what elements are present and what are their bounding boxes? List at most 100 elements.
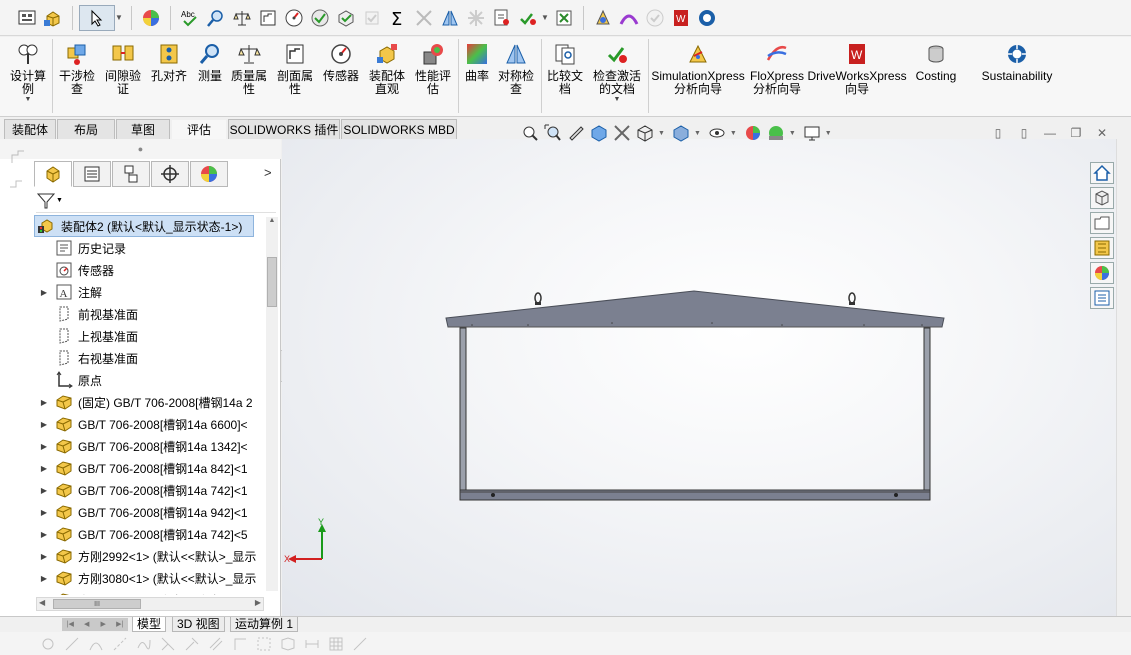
new-assembly-icon[interactable] bbox=[42, 7, 64, 29]
dropdown-arrow[interactable]: ▼ bbox=[658, 130, 665, 137]
tree-expander[interactable]: ▶ bbox=[34, 508, 54, 517]
tree-item[interactable]: 原点 bbox=[34, 369, 266, 391]
tree-expander[interactable]: ▶ bbox=[34, 574, 54, 583]
tree-expander[interactable]: ▶ bbox=[34, 464, 54, 473]
tree-item[interactable]: ▶ 方刚3080<1> (默认<<默认>_显示 bbox=[34, 567, 266, 589]
scroll-up-arrow[interactable]: ▲ bbox=[266, 217, 278, 224]
appearance-icon[interactable] bbox=[140, 7, 162, 29]
next-tab-button[interactable]: ▶ bbox=[95, 618, 112, 631]
drafting-icon[interactable] bbox=[491, 7, 513, 29]
tree-expander[interactable]: ▶ bbox=[34, 486, 54, 495]
measure-button[interactable]: 测量 bbox=[190, 41, 230, 83]
floxpress-button[interactable]: FloXpress 分析向导 bbox=[748, 41, 806, 96]
dropdown-arrow[interactable]: ▼ bbox=[730, 130, 737, 137]
mass-properties-button[interactable]: 质量属 性 bbox=[228, 41, 270, 96]
previous-view-icon[interactable] bbox=[566, 123, 586, 143]
checker-dropdown-arrow[interactable]: ▼ bbox=[541, 13, 551, 22]
zoom-to-fit-icon[interactable] bbox=[520, 123, 540, 143]
tree-item[interactable]: ▶ 方刚2992<1> (默认<<默认>_显示 bbox=[34, 545, 266, 567]
tab-solidworks-addins[interactable]: SOLIDWORKS 插件 bbox=[228, 119, 340, 139]
tab-solidworks-mbd[interactable]: SOLIDWORKS MBD bbox=[341, 119, 457, 139]
lifting-lug-right[interactable] bbox=[848, 292, 856, 305]
compare-documents-button[interactable]: 比较文 档 bbox=[544, 41, 586, 96]
more-tabs-button[interactable]: > bbox=[264, 165, 272, 180]
tile-left-button[interactable]: ▯ bbox=[985, 124, 1011, 142]
scroll-right-arrow[interactable]: ▶ bbox=[255, 598, 261, 607]
dimxpert-tab[interactable] bbox=[151, 161, 189, 187]
tree-item[interactable]: 传感器 bbox=[34, 259, 266, 281]
hide-show-icon[interactable] bbox=[707, 123, 727, 143]
driveworks-icon[interactable]: W bbox=[670, 7, 692, 29]
performance-button[interactable]: 性能评 估 bbox=[412, 41, 454, 96]
dropdown-arrow[interactable]: ▼ bbox=[614, 96, 621, 104]
tree-vertical-scrollbar[interactable]: ▲ bbox=[266, 217, 278, 591]
tree-item[interactable]: 前视基准面 bbox=[34, 303, 266, 325]
tree-item[interactable]: 历史记录 bbox=[34, 237, 266, 259]
tree-expander[interactable]: ▶ bbox=[34, 442, 54, 451]
design-checker-icon[interactable] bbox=[517, 7, 539, 29]
section-properties-icon[interactable] bbox=[257, 7, 279, 29]
view-orientation-icon[interactable] bbox=[635, 123, 655, 143]
task-pane-appearances[interactable] bbox=[1090, 262, 1114, 284]
scroll-thumb[interactable] bbox=[267, 257, 277, 307]
tree-item[interactable]: 右视基准面 bbox=[34, 347, 266, 369]
mass-properties-icon[interactable] bbox=[231, 7, 253, 29]
sustainability-button[interactable]: Sustainability bbox=[976, 41, 1058, 83]
tree-item[interactable]: ▶ GB/T 706-2008[槽钢14a 1342]< bbox=[34, 435, 266, 457]
task-pane-file-explorer[interactable] bbox=[1090, 212, 1114, 234]
tree-item[interactable]: ▶ GB/T 706-2008[槽钢14a 742]<5 bbox=[34, 523, 266, 545]
lifting-lug-left[interactable] bbox=[534, 292, 542, 305]
first-tab-button[interactable]: |◀ bbox=[62, 618, 79, 631]
tab-motion-study[interactable]: 运动算例 1 bbox=[230, 617, 299, 632]
dynamic-annotation-icon[interactable] bbox=[612, 123, 632, 143]
tree-item[interactable]: ▶ A 注解 bbox=[34, 281, 266, 303]
edit-appearance-icon[interactable] bbox=[743, 123, 763, 143]
display-manager-tab[interactable] bbox=[190, 161, 228, 187]
simulationxpress-button[interactable]: SimulationXpress 分析向导 bbox=[650, 41, 746, 96]
design-study-button[interactable]: 设计算 例 ▼ bbox=[6, 41, 50, 104]
tab-sketch[interactable]: 草图 bbox=[116, 119, 170, 139]
tab-layout[interactable]: 布局 bbox=[57, 119, 115, 139]
propertymanager-tab[interactable] bbox=[73, 161, 111, 187]
interference-button[interactable]: 干涉检 查 bbox=[56, 41, 98, 96]
curvature-button[interactable]: 曲率 bbox=[460, 41, 494, 83]
check-icon[interactable] bbox=[309, 7, 331, 29]
tree-expander[interactable]: ▶ bbox=[34, 398, 54, 407]
tab-model[interactable]: 模型 bbox=[132, 617, 167, 632]
select-dropdown-arrow[interactable]: ▼ bbox=[115, 13, 125, 22]
tree-expander[interactable]: ▶ bbox=[34, 288, 54, 297]
minimize-button[interactable]: — bbox=[1037, 124, 1063, 142]
excel-icon[interactable] bbox=[553, 7, 575, 29]
tree-item[interactable]: ▶ GB/T 706-2008[槽钢14a 842]<1 bbox=[34, 457, 266, 479]
section-properties-button[interactable]: 剖面属 性 bbox=[274, 41, 316, 96]
graphics-area[interactable]: Y X bbox=[282, 139, 1116, 617]
curvature-icon[interactable] bbox=[618, 7, 640, 29]
tile-right-button[interactable]: ▯ bbox=[1011, 124, 1037, 142]
tree-item[interactable]: 上视基准面 bbox=[34, 325, 266, 347]
component-check-icon[interactable] bbox=[335, 7, 357, 29]
hole-align-button[interactable]: 孔对齐 bbox=[148, 41, 190, 83]
sensor-icon[interactable] bbox=[283, 7, 305, 29]
task-pane-design-library[interactable] bbox=[1090, 237, 1114, 259]
tree-item[interactable]: ▶ GB/T 706-2008[槽钢14a 742]<1 bbox=[34, 479, 266, 501]
dropdown-arrow[interactable]: ▼ bbox=[694, 130, 701, 137]
right-column[interactable] bbox=[923, 327, 931, 491]
display-style-icon[interactable] bbox=[671, 123, 691, 143]
tree-root-item[interactable]: 装配体2 (默认<默认_显示状态-1>) bbox=[34, 215, 254, 237]
view-settings-icon[interactable] bbox=[802, 123, 822, 143]
driveworksxpress-button[interactable]: W DriveWorksXpress 向导 bbox=[807, 41, 907, 96]
symmetry-check-button[interactable]: 对称检 查 bbox=[494, 41, 538, 96]
tree-expander[interactable]: ▶ bbox=[34, 552, 54, 561]
featuremanager-tab[interactable] bbox=[34, 161, 72, 187]
left-column[interactable] bbox=[459, 327, 467, 491]
maximize-button[interactable]: ❐ bbox=[1063, 124, 1089, 142]
base-frame[interactable] bbox=[459, 489, 931, 501]
scroll-left-arrow[interactable]: ◀ bbox=[39, 598, 45, 607]
check-active-document-button[interactable]: 检查激活 的文档 ▼ bbox=[588, 41, 646, 104]
tab-assembly[interactable]: 装配体 bbox=[4, 119, 56, 139]
close-button[interactable]: ✕ bbox=[1089, 124, 1115, 142]
task-pane-home[interactable] bbox=[1090, 162, 1114, 184]
task-pane-3d-content[interactable] bbox=[1090, 187, 1114, 209]
select-button[interactable] bbox=[79, 4, 115, 31]
zoom-to-area-icon[interactable] bbox=[543, 123, 563, 143]
